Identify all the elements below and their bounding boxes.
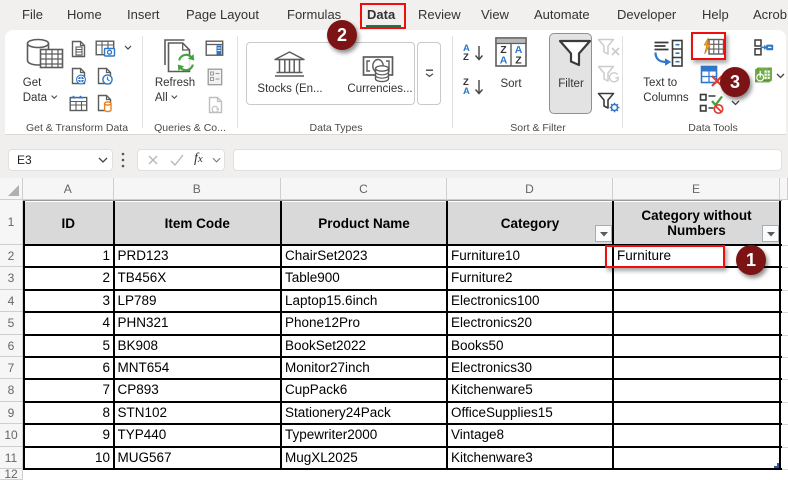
svg-text:A: A	[500, 55, 508, 67]
svg-text:Z: Z	[515, 55, 522, 67]
